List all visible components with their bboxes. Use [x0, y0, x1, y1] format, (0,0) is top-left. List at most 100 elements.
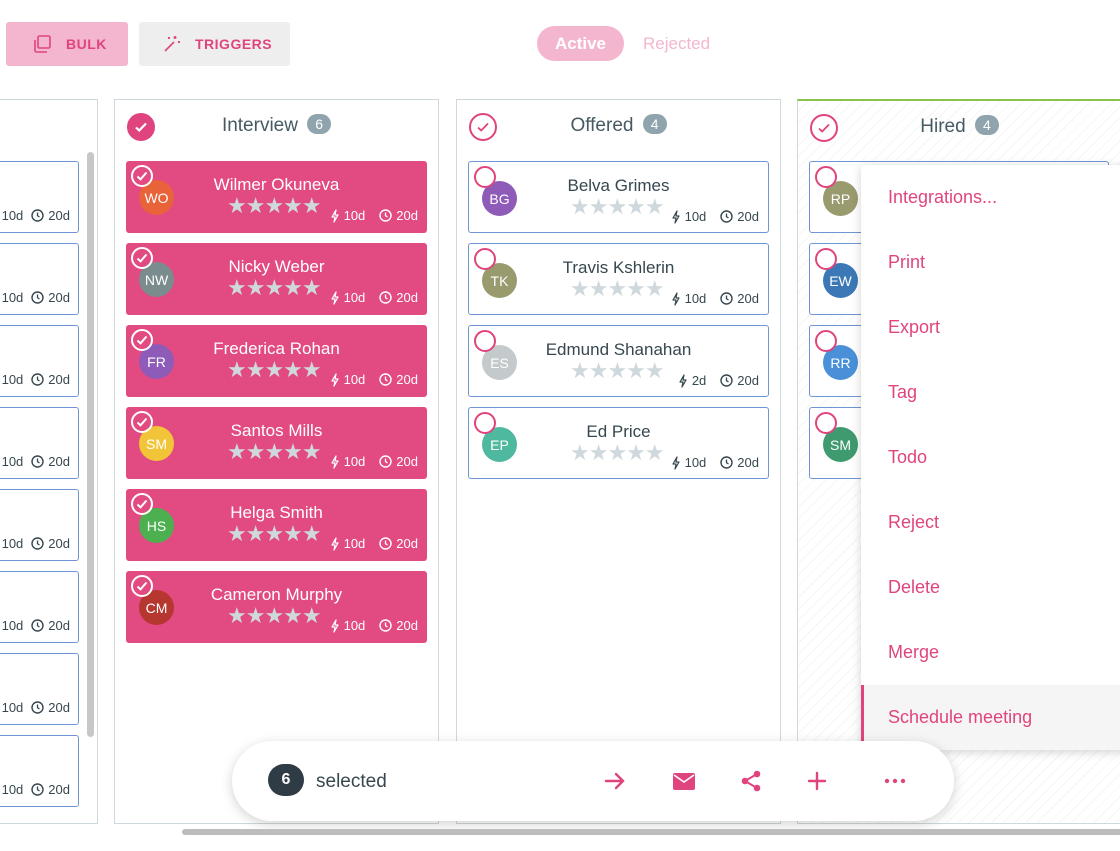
column-title: Offered 4 [457, 114, 780, 137]
clock-icon [720, 210, 733, 223]
candidate-card[interactable]: 10d 20d [0, 325, 79, 397]
card-meta: 2d 20d [678, 373, 759, 388]
rating-stars[interactable]: ★★★★★ [227, 275, 322, 301]
card-meta: 10d 20d [330, 208, 418, 223]
add-button[interactable] [804, 768, 830, 794]
email-button[interactable] [671, 768, 697, 794]
arrow-right-icon [604, 772, 625, 790]
rating-stars[interactable]: ★★★★★ [570, 194, 665, 220]
column-count-badge: 4 [642, 114, 667, 134]
candidate-card[interactable]: BG Belva Grimes ★★★★★ 10d 20d [468, 161, 769, 233]
triggers-label: TRIGGERS [195, 36, 273, 52]
card-meta: 10d 20d [1, 782, 70, 797]
card-meta: 10d 20d [1, 372, 70, 387]
card-meta: 10d 20d [671, 291, 759, 306]
candidate-card[interactable]: WO Wilmer Okuneva ★★★★★ 10d 20d [126, 161, 427, 233]
card-meta: 10d 20d [330, 372, 418, 387]
rating-stars[interactable]: ★★★★★ [227, 357, 322, 383]
triggers-button[interactable]: TRIGGERS [139, 22, 290, 66]
clock-icon [720, 292, 733, 305]
clock-icon [720, 374, 733, 387]
copy-icon [32, 34, 52, 54]
card-meta: 10d 20d [330, 290, 418, 305]
menu-item-todo[interactable]: Todo [861, 425, 1120, 490]
menu-item-merge[interactable]: Merge [861, 620, 1120, 685]
candidate-card[interactable]: NW Nicky Weber ★★★★★ 10d 20d [126, 243, 427, 315]
bolt-icon [330, 208, 339, 223]
rating-stars[interactable]: ★★★★★ [227, 521, 322, 547]
plus-icon [807, 771, 827, 791]
share-button[interactable] [738, 768, 764, 794]
candidate-card[interactable]: 10d 20d [0, 407, 79, 479]
horizontal-scrollbar[interactable] [182, 829, 1120, 835]
column-scrollbar[interactable] [87, 152, 94, 737]
candidate-name: Nicky Weber [228, 257, 325, 276]
bolt-icon [330, 290, 339, 305]
clock-icon [31, 619, 44, 632]
card-checkbox[interactable] [815, 166, 837, 188]
pipeline-board: BULK TRIGGERS Active Rejected 10d 20d 10… [0, 0, 1120, 851]
candidate-name: Santos Mills [230, 421, 323, 440]
envelope-icon [673, 772, 695, 790]
bolt-icon [330, 618, 339, 633]
selection-bar: 6 selected [232, 741, 954, 821]
card-meta: 10d 20d [1, 454, 70, 469]
rating-stars[interactable]: ★★★★★ [570, 440, 665, 466]
clock-icon [379, 291, 392, 304]
filter-active-pill[interactable]: Active [537, 26, 624, 61]
menu-item-integrations[interactable]: Integrations... [861, 165, 1120, 230]
card-checkbox[interactable] [815, 412, 837, 434]
card-meta: 10d 20d [1, 536, 70, 551]
bolt-icon [671, 455, 680, 470]
clock-icon [379, 209, 392, 222]
candidate-card[interactable]: ES Edmund Shanahan ★★★★★ 2d 20d [468, 325, 769, 397]
card-meta: 10d 20d [330, 454, 418, 469]
menu-item-reject[interactable]: Reject [861, 490, 1120, 555]
rating-stars[interactable]: ★★★★★ [227, 603, 322, 629]
column-count-badge: 6 [307, 114, 332, 134]
selected-count-badge: 6 [268, 764, 304, 796]
candidate-card[interactable]: FR Frederica Rohan ★★★★★ 10d 20d [126, 325, 427, 397]
candidate-card[interactable]: 10d 20d [0, 161, 79, 233]
candidate-card[interactable]: TK Travis Kshlerin ★★★★★ 10d 20d [468, 243, 769, 315]
candidate-card[interactable]: CM Cameron Murphy ★★★★★ 10d 20d [126, 571, 427, 643]
card-checkbox[interactable] [815, 330, 837, 352]
candidate-name: Cameron Murphy [210, 585, 343, 604]
candidate-card[interactable]: SM Santos Mills ★★★★★ 10d 20d [126, 407, 427, 479]
bulk-label: BULK [66, 36, 107, 52]
rating-stars[interactable]: ★★★★★ [570, 358, 665, 384]
clock-icon [31, 373, 44, 386]
bulk-button[interactable]: BULK [6, 22, 128, 66]
candidate-card[interactable]: 10d 20d [0, 735, 79, 807]
candidate-card[interactable]: 10d 20d [0, 489, 79, 561]
card-meta: 10d 20d [671, 455, 759, 470]
card-meta: 10d 20d [671, 209, 759, 224]
column-title: Hired 4 [798, 115, 1120, 138]
rating-stars[interactable]: ★★★★★ [227, 439, 322, 465]
menu-item-print[interactable]: Print [861, 230, 1120, 295]
candidate-card[interactable]: EP Ed Price ★★★★★ 10d 20d [468, 407, 769, 479]
more-button[interactable] [882, 768, 908, 794]
more-icon [884, 778, 906, 784]
clock-icon [31, 701, 44, 714]
bolt-icon [671, 291, 680, 306]
candidate-name: Ed Price [586, 422, 651, 441]
column-title: Interview 6 [115, 114, 438, 137]
menu-item-tag[interactable]: Tag [861, 360, 1120, 425]
card-meta: 10d 20d [330, 618, 418, 633]
menu-item-delete[interactable]: Delete [861, 555, 1120, 620]
filter-rejected-pill[interactable]: Rejected [643, 26, 710, 61]
card-checkbox[interactable] [815, 248, 837, 270]
more-actions-menu: Integrations... Print Export Tag Todo Reject D… [861, 165, 1120, 750]
candidate-card[interactable]: 10d 20d [0, 571, 79, 643]
rating-stars[interactable]: ★★★★★ [227, 193, 322, 219]
rating-stars[interactable]: ★★★★★ [570, 276, 665, 302]
candidate-card[interactable]: 10d 20d [0, 653, 79, 725]
column-count-badge: 4 [974, 115, 999, 135]
candidate-card[interactable]: HS Helga Smith ★★★★★ 10d 20d [126, 489, 427, 561]
move-button[interactable] [602, 768, 628, 794]
card-meta: 10d 20d [1, 618, 70, 633]
menu-item-export[interactable]: Export [861, 295, 1120, 360]
bolt-icon [330, 372, 339, 387]
candidate-card[interactable]: 10d 20d [0, 243, 79, 315]
